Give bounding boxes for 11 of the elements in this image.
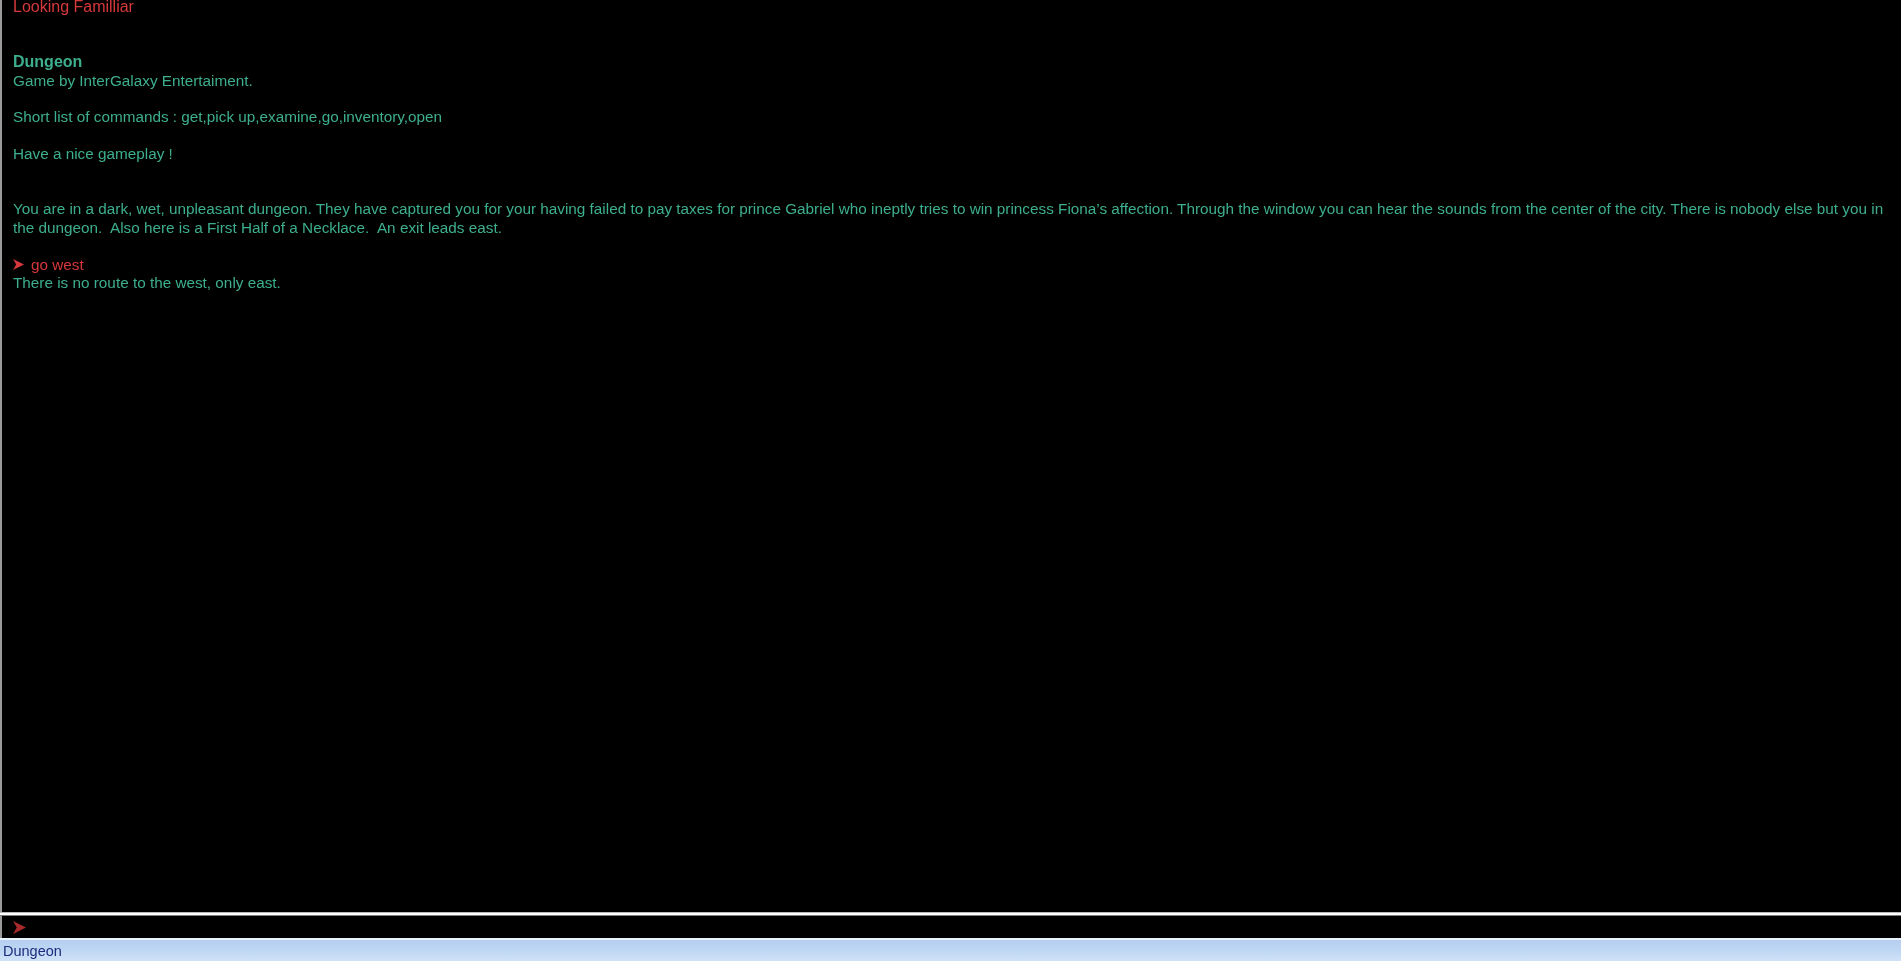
room-title: Dungeon — [13, 53, 83, 72]
prompt-arrow-icon — [13, 920, 26, 934]
status-text: Dungeon — [3, 942, 62, 959]
output-text: Short list of commands : get,pick up,examine,go,inventory,open — [13, 108, 443, 127]
output-text: Game by InterGalaxy Entertaiment. — [13, 71, 253, 90]
output-text: There is no route to the west, only east. — [13, 274, 281, 293]
prompt-arrow-icon — [13, 259, 24, 271]
command-text: go west — [31, 255, 84, 274]
output-text: Have a nice gameplay ! — [13, 145, 173, 164]
output-text: You are in a dark, wet, unpleasant dungeon. They have captured you for your having failed to pay taxes for prince Gabriel who ineptly tries to win princess Fiona’s affection. Through the window you can hear the sounds from the center of the city. There is nobody else but you in the dungeon. Also here is a First Half of a Necklace. An exit leads east. — [13, 200, 1885, 238]
notice-text: Looking Familliar — [13, 0, 134, 17]
